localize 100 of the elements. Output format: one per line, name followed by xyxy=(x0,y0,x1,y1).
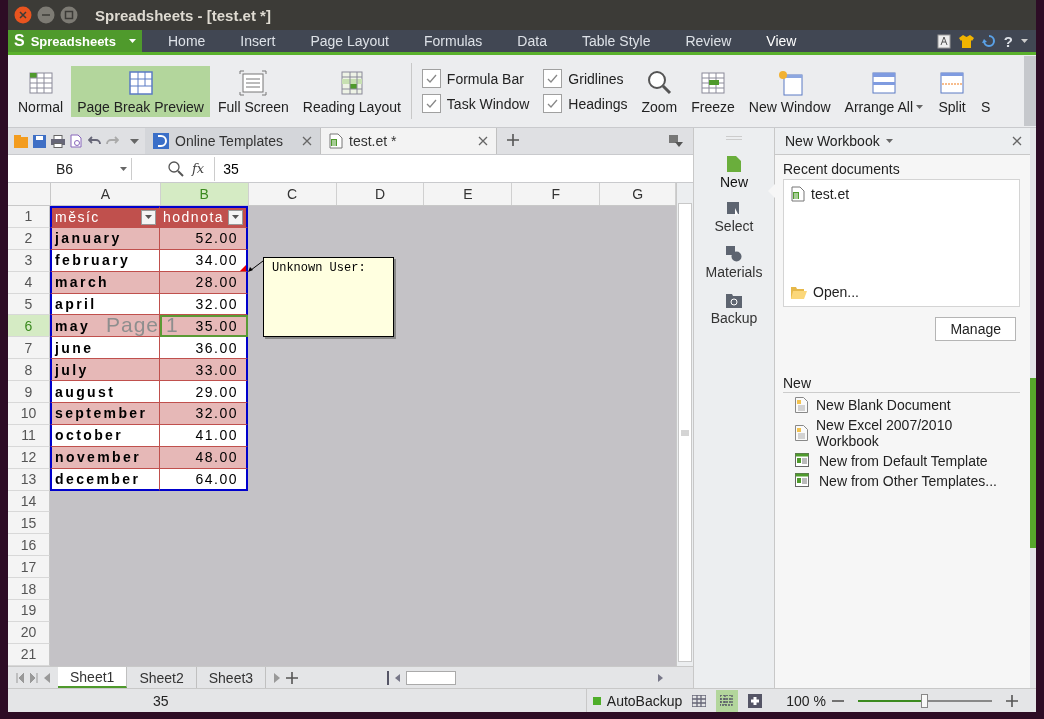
scroll-left-icon[interactable] xyxy=(395,673,400,682)
task-nav-item[interactable]: Select xyxy=(696,200,772,240)
row-header[interactable]: 14 xyxy=(8,490,50,513)
row-header[interactable]: 8 xyxy=(8,359,50,382)
zoom-slider[interactable] xyxy=(858,693,992,708)
row-header[interactable]: 21 xyxy=(8,643,50,666)
ribbon-button[interactable]: Normal xyxy=(12,65,70,117)
manage-button[interactable]: Manage xyxy=(935,317,1016,341)
row-header[interactable]: 10 xyxy=(8,403,50,425)
row-header[interactable]: 3 xyxy=(8,249,50,272)
caret-icon[interactable] xyxy=(1021,39,1028,43)
autobackup-label[interactable]: AutoBackup xyxy=(606,692,683,709)
ribbon-button[interactable]: Reading Layout xyxy=(296,65,407,117)
checkbox[interactable] xyxy=(421,94,441,113)
menu-tab[interactable]: Home xyxy=(150,30,223,55)
row-header[interactable]: 9 xyxy=(8,381,50,403)
caret-icon[interactable] xyxy=(232,215,239,220)
tab-menu-icon[interactable] xyxy=(669,135,683,147)
new-tab-icon[interactable] xyxy=(507,134,519,146)
recent-file[interactable]: test.et xyxy=(791,184,1012,204)
row-header[interactable]: 15 xyxy=(8,512,50,535)
filter-button[interactable] xyxy=(141,209,156,225)
sync-icon[interactable] xyxy=(981,34,996,48)
ribbon-button[interactable]: Freeze xyxy=(685,65,741,117)
row-header[interactable]: 11 xyxy=(8,424,50,447)
dropdown-icon[interactable] xyxy=(130,138,139,144)
ribbon-button[interactable]: Arrange All xyxy=(838,65,930,117)
ribbon-button[interactable]: Zoom xyxy=(635,65,684,117)
new-document-link[interactable]: New from Default Template xyxy=(795,453,1030,469)
last-sheet-icon[interactable] xyxy=(30,672,38,683)
ribbon-button[interactable]: S xyxy=(975,65,997,117)
row-header[interactable]: 18 xyxy=(8,578,50,601)
menu-tab[interactable]: Table Style xyxy=(563,30,668,55)
row-header[interactable]: 13 xyxy=(8,468,50,491)
view-mode-button[interactable] xyxy=(716,689,739,712)
column-header[interactable]: E xyxy=(424,183,513,205)
caret-icon[interactable] xyxy=(885,139,893,143)
row-header[interactable]: 12 xyxy=(8,446,50,469)
new-document-link[interactable]: New from Other Templates... xyxy=(795,473,1030,489)
menu-tab[interactable]: View xyxy=(748,30,814,55)
open-link[interactable]: Open... xyxy=(791,282,1012,302)
document-tab[interactable]: Online Templates xyxy=(145,128,321,154)
add-sheet-icon[interactable] xyxy=(286,671,299,684)
column-header[interactable]: C xyxy=(248,183,337,205)
help-menu[interactable]: ? xyxy=(1003,32,1013,50)
row-header[interactable]: 20 xyxy=(8,621,50,644)
ribbon-button[interactable]: Split xyxy=(931,65,974,117)
document-tab[interactable]: test.et * xyxy=(321,128,497,154)
row-header[interactable]: 1 xyxy=(8,206,50,228)
column-header[interactable]: D xyxy=(336,183,425,205)
row-header[interactable]: 5 xyxy=(8,293,50,316)
horizontal-scroll-thumb[interactable] xyxy=(406,670,456,685)
caret-icon[interactable] xyxy=(120,166,127,171)
task-nav-item[interactable]: Materials xyxy=(696,244,772,286)
row-header[interactable]: 16 xyxy=(8,534,50,557)
close-icon[interactable] xyxy=(1012,136,1022,146)
scroll-right-icon[interactable] xyxy=(658,673,663,682)
column-header[interactable]: A xyxy=(50,183,161,205)
menu-tab[interactable]: Review xyxy=(667,30,749,55)
function-button[interactable]: fx xyxy=(192,161,205,176)
caret-icon[interactable] xyxy=(129,39,136,43)
row-header[interactable]: 2 xyxy=(8,227,50,250)
ribbon-button[interactable]: Page Break Preview xyxy=(71,65,210,117)
previous-sheet-icon[interactable] xyxy=(44,672,50,683)
save-icon[interactable] xyxy=(33,134,46,148)
close-icon[interactable] xyxy=(478,136,488,146)
maximize-icon[interactable] xyxy=(60,6,78,24)
undo-icon[interactable] xyxy=(88,136,101,146)
zoom-in-icon[interactable] xyxy=(1006,694,1018,707)
task-nav-item[interactable]: Backup xyxy=(696,290,772,332)
caret-icon[interactable] xyxy=(916,104,924,109)
checkbox[interactable] xyxy=(421,69,441,88)
menu-tab[interactable]: Data xyxy=(499,30,564,55)
pane-collapse-handle[interactable] xyxy=(1030,378,1036,548)
checkbox[interactable] xyxy=(543,69,563,88)
row-header[interactable]: 6 xyxy=(8,315,50,338)
ribbon-button[interactable]: New Window xyxy=(742,65,837,117)
close-icon[interactable] xyxy=(14,6,32,24)
row-header[interactable]: 7 xyxy=(8,337,50,360)
document-icon[interactable] xyxy=(936,33,951,49)
menu-tab[interactable]: Insert xyxy=(222,30,293,55)
vertical-scrollbar[interactable] xyxy=(676,183,693,666)
ribbon-button[interactable]: Full Screen xyxy=(211,65,295,117)
close-icon[interactable] xyxy=(302,136,312,146)
row-header[interactable]: 4 xyxy=(8,271,50,294)
task-nav-item[interactable]: New xyxy=(696,154,772,196)
sheet-tab[interactable]: Sheet1 xyxy=(58,667,128,688)
checkbox[interactable] xyxy=(543,94,563,113)
grip-icon[interactable] xyxy=(681,429,689,436)
first-sheet-icon[interactable] xyxy=(16,672,24,683)
caret-icon[interactable] xyxy=(145,215,152,220)
search-icon[interactable] xyxy=(168,160,184,177)
menu-tab[interactable]: Formulas xyxy=(406,30,500,55)
minimize-icon[interactable] xyxy=(37,6,55,24)
print-icon[interactable] xyxy=(51,134,65,148)
filter-button[interactable] xyxy=(228,209,243,225)
column-header[interactable]: F xyxy=(512,183,601,205)
preview-icon[interactable] xyxy=(70,134,83,148)
menu-tab[interactable]: Page Layout xyxy=(292,30,406,55)
row-header[interactable]: 19 xyxy=(8,600,50,622)
